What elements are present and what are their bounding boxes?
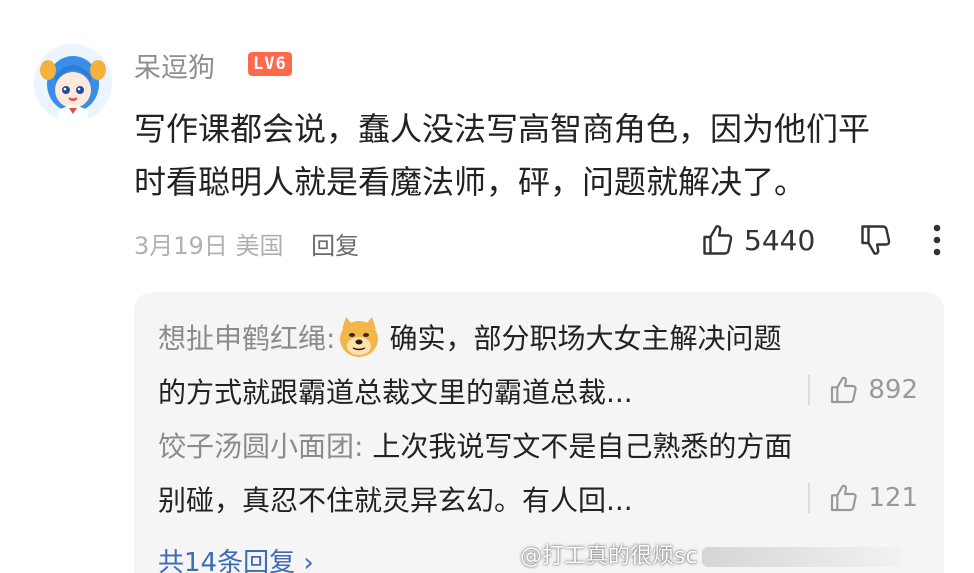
comment-date: 3月19日 (134, 232, 228, 260)
comment-text-line: 写作课都会说，蠢人没法写高智商角色，因为他们平 (134, 110, 871, 148)
thumbs-up-icon (831, 376, 857, 404)
reply-like-count: 121 (868, 483, 918, 513)
reply-author[interactable]: 想扯申鹤红绳: (158, 322, 335, 355)
reply-author[interactable]: 饺子汤圆小面团: (158, 430, 363, 463)
comment-location: 美国 (235, 232, 284, 260)
anime-girl-avatar-icon (34, 44, 112, 122)
reply-text: 确实，部分职场大女主解决问题 (389, 322, 782, 355)
doge-emoji-icon (340, 317, 379, 357)
view-all-replies-link[interactable]: 共14条回复 › (158, 542, 314, 573)
comment-meta: 3月19日 美国 回复 (134, 226, 359, 261)
thumbs-down-icon[interactable] (858, 222, 894, 258)
reply-item[interactable]: 饺子汤圆小面团: 上次我说写文不是自己熟悉的方面 别碰，真忍不住就灵异玄幻。有人… (158, 420, 918, 528)
reply-text: 的方式就跟霸道总裁文里的霸道总裁... (158, 376, 633, 409)
watermark: @打工真的很烦sc (520, 538, 902, 570)
comment-text-line: 时看聪明人就是看魔法师，砰，问题就解决了。 (134, 163, 807, 201)
level-badge: LV6 (248, 52, 292, 76)
more-options-icon[interactable] (928, 222, 946, 258)
like-count: 5440 (744, 223, 816, 257)
divider (808, 375, 811, 405)
watermark-text: @打工真的很烦sc (520, 544, 698, 569)
thumbs-up-icon (703, 225, 733, 255)
watermark-blur (701, 547, 902, 567)
divider (808, 483, 811, 513)
reply-line: 饺子汤圆小面团: 上次我说写文不是自己熟悉的方面 (158, 420, 918, 474)
reply-button[interactable]: 回复 (311, 232, 359, 260)
replies-panel: 想扯申鹤红绳: 确实，部分职场大女主解决问题 的方式就跟霸道总裁文里的霸道总裁.… (134, 292, 944, 573)
reply-text: 上次我说写文不是自己熟悉的方面 (372, 430, 793, 463)
comment-text: 写作课都会说，蠢人没法写高智商角色，因为他们平 时看聪明人就是看魔法师，砰，问题… (134, 103, 954, 209)
thumbs-up-icon (831, 484, 857, 512)
avatar[interactable] (34, 44, 112, 122)
reply-like-button[interactable]: 892 (792, 374, 918, 406)
reply-item[interactable]: 想扯申鹤红绳: 确实，部分职场大女主解决问题 的方式就跟霸道总裁文里的霸道总裁.… (158, 312, 918, 420)
reply-like-count: 892 (868, 375, 918, 405)
reply-like-button[interactable]: 121 (792, 482, 918, 514)
reply-text: 别碰，真忍不住就灵异玄幻。有人回... (158, 484, 633, 517)
like-button[interactable]: 5440 (700, 222, 815, 258)
reply-line: 想扯申鹤红绳: 确实，部分职场大女主解决问题 (158, 312, 918, 366)
username[interactable]: 呆逗狗 (134, 46, 215, 85)
